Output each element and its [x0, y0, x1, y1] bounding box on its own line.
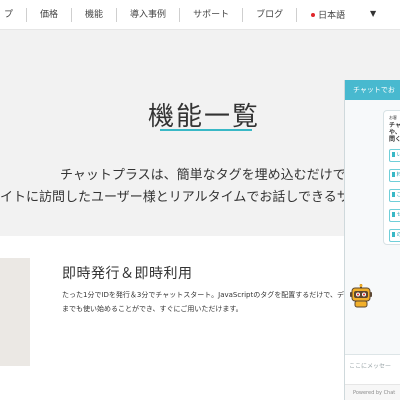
- chat-option-label: の: [397, 232, 400, 238]
- chat-powered-by: Powered by Chat: [345, 384, 400, 400]
- chat-bubble-line: や、: [389, 129, 400, 136]
- chat-option-button[interactable]: 料: [389, 169, 400, 182]
- language-label: 日本語: [318, 11, 346, 21]
- chat-option-button[interactable]: セ: [389, 209, 400, 222]
- nav-item-support[interactable]: サポート: [179, 7, 242, 22]
- language-selector[interactable]: 日本語 ▼: [296, 7, 388, 22]
- chat-header[interactable]: チャットでお: [345, 80, 400, 100]
- option-marker-icon: [392, 152, 395, 157]
- chatbot-avatar-icon: [350, 284, 372, 308]
- top-nav: プ 価格 機能 導入事例 サポート ブログ 日本語 ▼: [0, 0, 400, 30]
- feature-title: 即時発行＆即時利用: [62, 266, 193, 282]
- chat-option-label: 料: [397, 172, 400, 178]
- nav-item-case-studies[interactable]: 導入事例: [116, 7, 179, 22]
- chat-option-label: い: [397, 152, 400, 158]
- chat-option-button[interactable]: ご: [389, 189, 400, 202]
- chevron-down-icon: ▼: [369, 8, 377, 18]
- nav-item-pricing[interactable]: 価格: [26, 7, 71, 22]
- option-marker-icon: [392, 232, 395, 237]
- chat-bubble-line: 問く: [389, 136, 400, 143]
- chat-option-button[interactable]: い: [389, 149, 400, 162]
- option-marker-icon: [392, 212, 395, 217]
- feature-image: [0, 258, 30, 366]
- feature-section: 即時発行＆即時利用 たった1分でIDを発行＆3分でチャットスタート。JavaSc…: [0, 236, 400, 400]
- chat-message-bubble: お客 チャ や、 問く い 料 ご セ の: [383, 110, 400, 245]
- hero-intro-line-2: イトに訪問したユーザー様とリアルタイムでお話しできるサービス: [0, 190, 389, 205]
- nav-item-partial[interactable]: プ: [4, 8, 26, 22]
- japan-flag-icon: [311, 12, 316, 17]
- chat-bubble-line: チャ: [389, 122, 400, 129]
- hero-intro-line-1: チャットプラスは、簡単なタグを埋め込むだけで、: [60, 168, 359, 183]
- chat-option-label: セ: [397, 212, 400, 218]
- option-marker-icon: [392, 192, 395, 197]
- feature-description: たった1分でIDを発行＆3分でチャットスタート。JavaScriptのタグを配置…: [62, 291, 386, 313]
- chat-message-input[interactable]: ここにメッセー: [345, 354, 400, 384]
- chat-widget: チャットでお お客 チャ や、 問く い 料 ご セ の ここにメッセー: [344, 80, 400, 400]
- page-title: 機能一覧: [148, 102, 261, 132]
- chat-bubble-line: お客: [389, 115, 397, 120]
- title-underline: [160, 129, 252, 131]
- chat-option-label: ご: [397, 192, 400, 198]
- chat-option-button[interactable]: の: [389, 229, 400, 242]
- chat-body: お客 チャ や、 問く い 料 ご セ の: [345, 100, 400, 354]
- nav-item-features[interactable]: 機能: [71, 7, 116, 22]
- nav-item-blog[interactable]: ブログ: [242, 7, 296, 22]
- option-marker-icon: [392, 172, 395, 177]
